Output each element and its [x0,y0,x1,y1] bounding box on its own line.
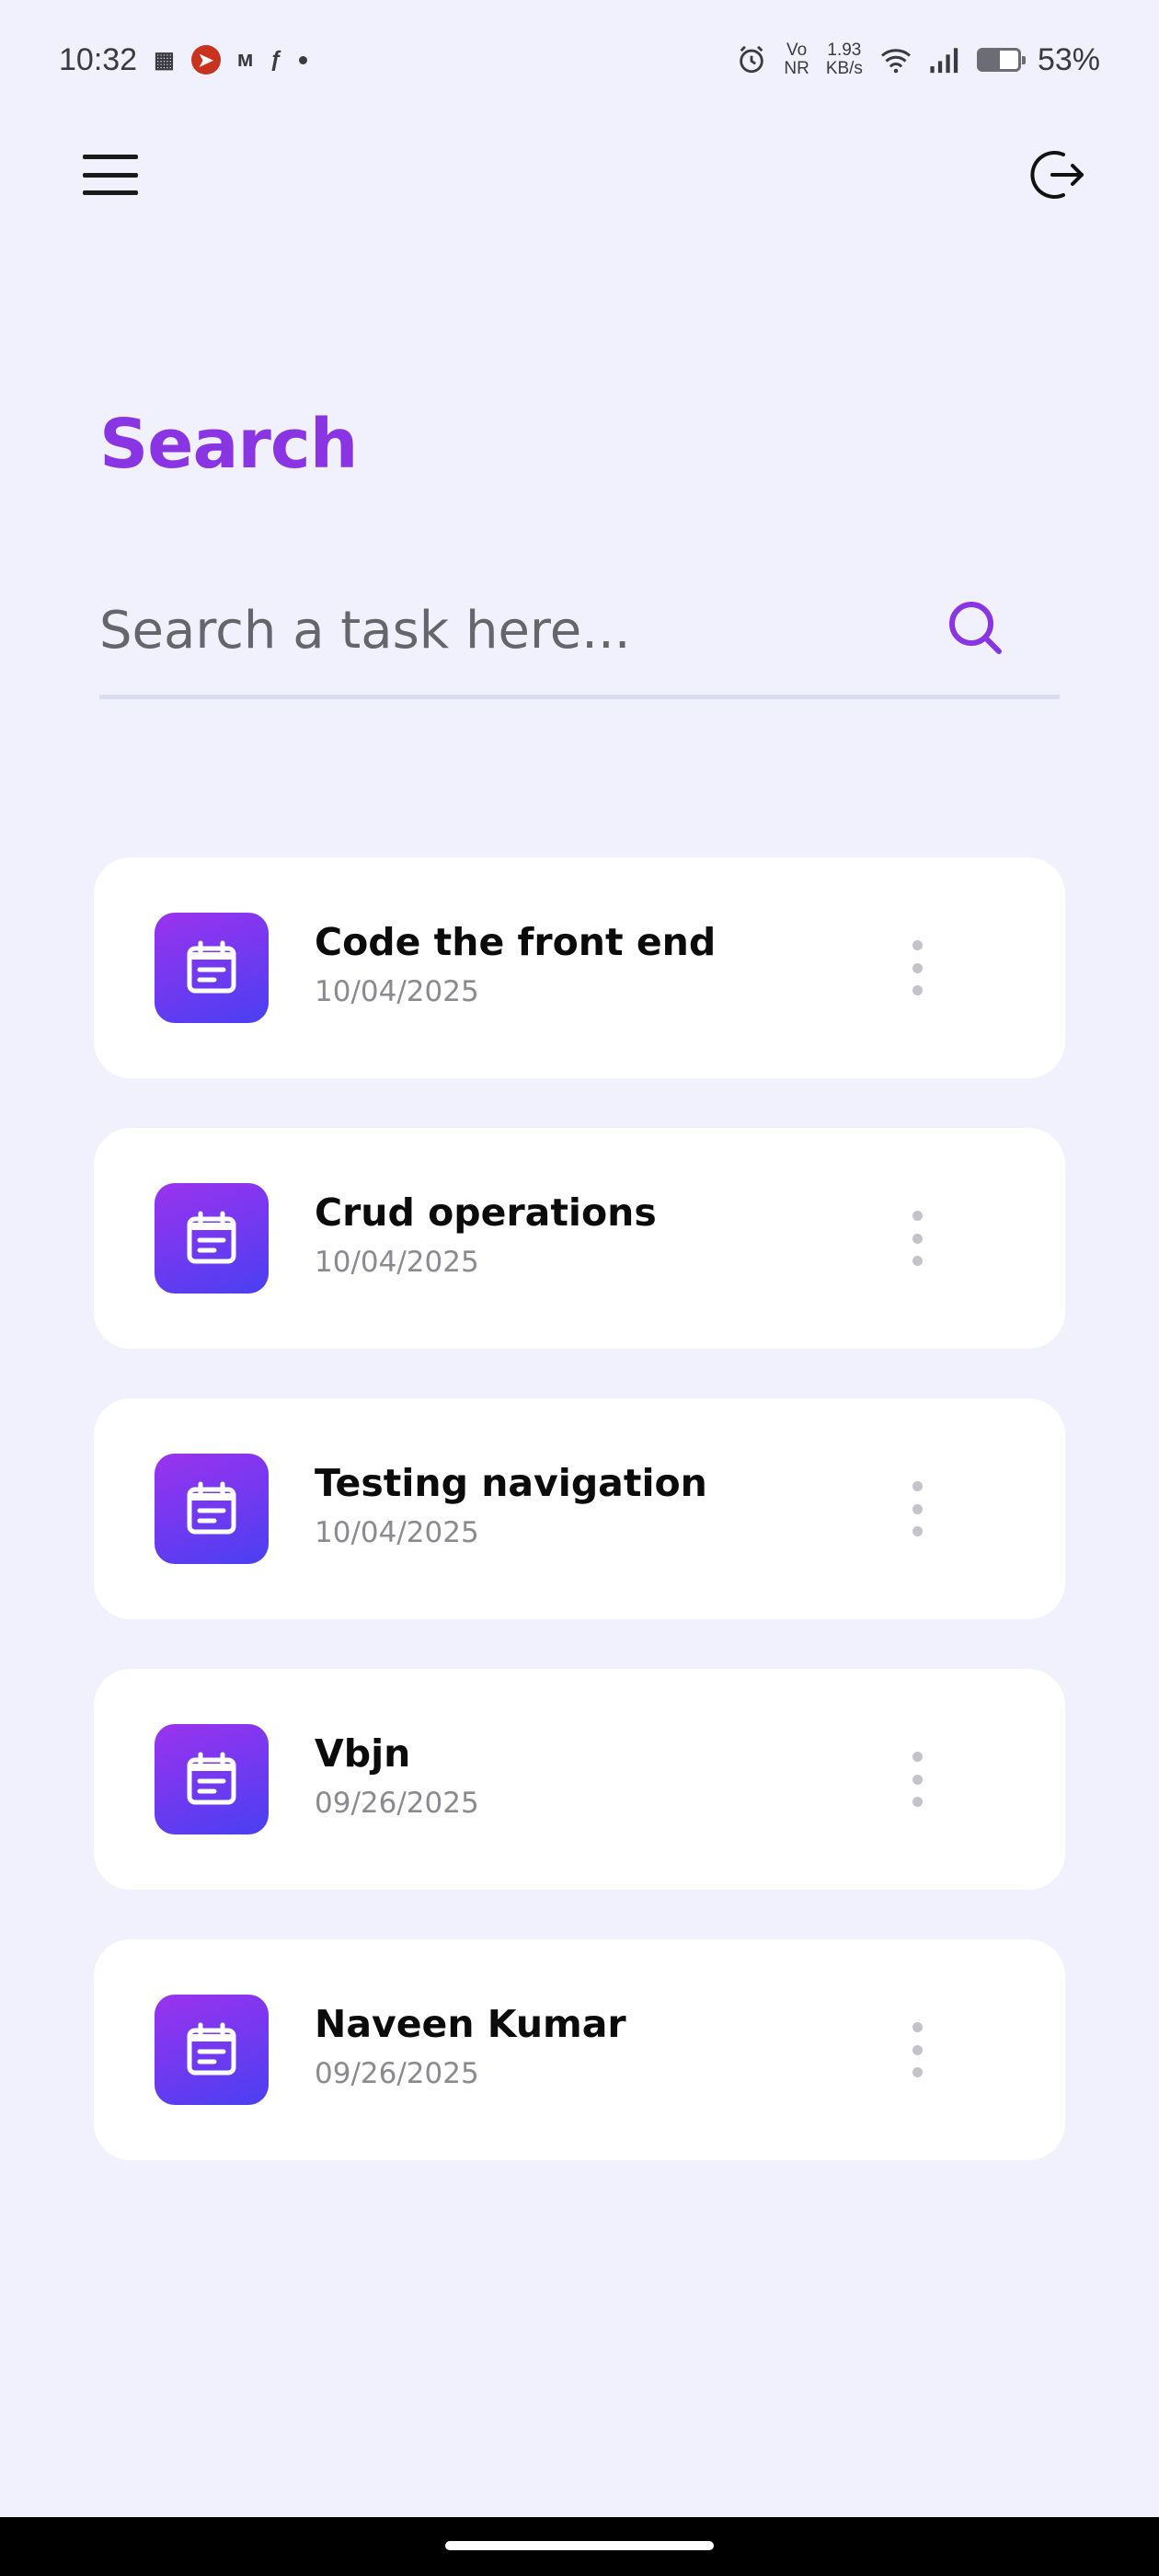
volte-sub-label: NR [784,59,809,78]
status-time: 10:32 [59,41,138,77]
hamburger-menu-icon[interactable] [83,155,138,195]
calendar-icon [155,913,269,1023]
calendar-icon [155,1183,269,1294]
battery-level-fill [979,51,1001,69]
calendar-icon [155,1454,269,1564]
status-bar: 10:32 ▦ ➤ ᴍ ƒ Vo NR 1.93 KB/s 53% [0,0,1159,120]
volte-label: Vo [786,40,808,60]
task-title: Code the front end [315,920,717,964]
home-gesture-handle[interactable] [445,2541,714,2550]
network-speed: 1.93 KB/s [826,41,863,78]
task-date: 10/04/2025 [315,975,479,1008]
task-card[interactable]: Vbjn 09/26/2025 [94,1669,1065,1890]
system-navigation-bar [0,2517,1159,2576]
calendar-icon [155,1724,269,1834]
task-card[interactable]: Naveen Kumar 09/26/2025 [94,1939,1065,2160]
task-title: Vbjn [315,1731,411,1776]
network-speed-value: 1.93 [827,40,862,60]
status-bar-right: Vo NR 1.93 KB/s 53% [736,41,1100,78]
task-card[interactable]: Code the front end 10/04/2025 [94,857,1065,1078]
more-options-icon[interactable] [903,940,931,995]
menu-line [83,190,138,195]
search-bar [99,580,1060,699]
app-notification-icon: ▦ [154,47,175,73]
menu-line [83,155,138,159]
page-title: Search [99,405,358,484]
more-options-icon[interactable] [903,1211,931,1266]
more-notifications-dot-icon [298,55,307,64]
task-date: 10/04/2025 [315,1516,479,1549]
more-options-icon[interactable] [903,2022,931,2077]
status-bar-left: 10:32 ▦ ➤ ᴍ ƒ [59,42,307,78]
calendar-icon [155,1995,269,2105]
signal-icon [930,48,958,74]
flipkart-notification-icon: ƒ [270,47,282,72]
logout-icon[interactable] [1028,145,1087,204]
volte-indicator: Vo NR [784,41,809,78]
rocket-notification-icon: ➤ [190,45,221,75]
m-notification-icon: ᴍ [236,47,254,72]
battery-icon [976,48,1026,72]
task-card[interactable]: Crud operations 10/04/2025 [94,1128,1065,1349]
task-list: Code the front end 10/04/2025 Crud opera… [94,857,1065,2210]
network-speed-unit: KB/s [825,59,863,78]
task-date: 09/26/2025 [315,2057,479,2090]
search-icon[interactable] [944,596,1008,661]
task-card[interactable]: Testing navigation 10/04/2025 [94,1398,1065,1619]
alarm-icon [740,45,764,74]
menu-line [83,172,138,178]
top-app-bar [0,138,1159,212]
task-title: Testing navigation [315,1461,707,1505]
wifi-icon [880,49,911,74]
search-input[interactable] [99,589,909,672]
task-date: 09/26/2025 [315,1787,479,1820]
battery-percent: 53% [1037,41,1100,77]
task-date: 10/04/2025 [315,1246,479,1279]
task-title: Naveen Kumar [315,2002,626,2046]
task-title: Crud operations [315,1190,657,1235]
more-options-icon[interactable] [903,1752,931,1807]
more-options-icon[interactable] [903,1481,931,1536]
